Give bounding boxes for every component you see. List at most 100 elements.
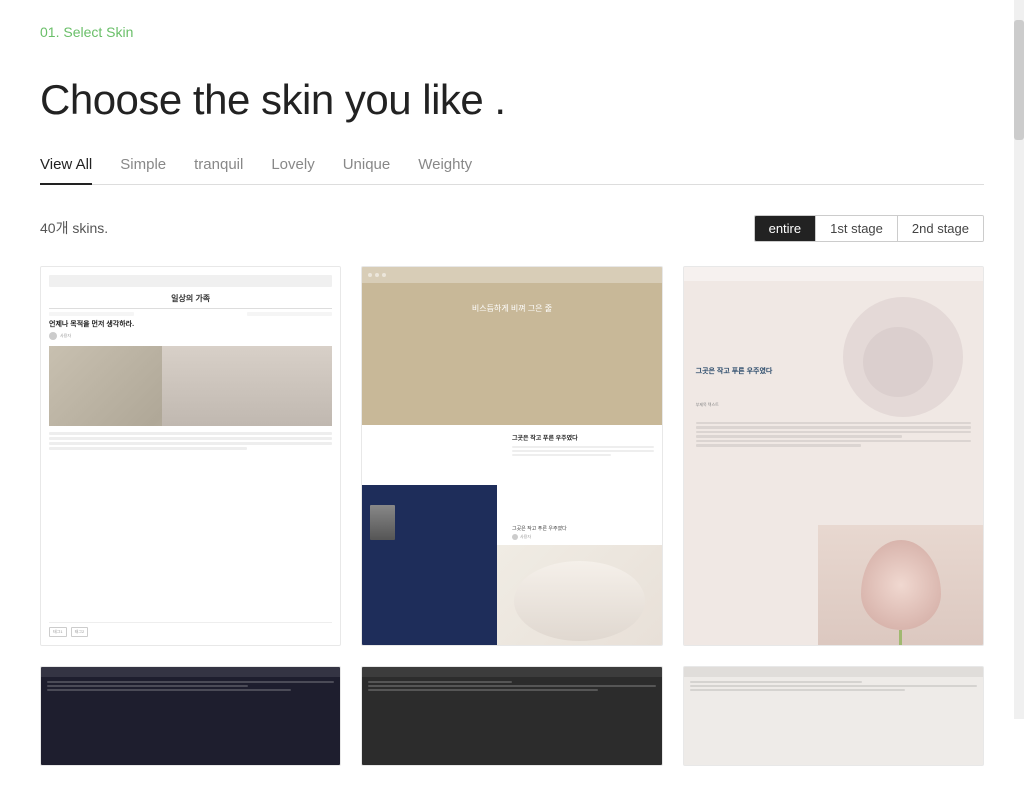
sp2-r-line-2 xyxy=(512,450,654,452)
bp-line-6-2 xyxy=(690,685,977,687)
scrollbar-thumb[interactable] xyxy=(1014,20,1024,140)
sp2-dot-2 xyxy=(375,273,379,277)
sp1-heading: 언제나 목적을 먼저 생각하라. xyxy=(49,320,332,329)
sp1-line-2 xyxy=(49,437,332,440)
skins-grid: 일상의 가족 언제나 목적을 먼저 생각하라. 사용자 xyxy=(40,266,984,766)
skin-count: 40개 skins. xyxy=(40,218,108,238)
sp1-footer-meta: 태그1 태그2 xyxy=(49,627,332,637)
bp-content-5 xyxy=(362,677,661,697)
skin-preview-4 xyxy=(41,667,340,765)
skin-card-6[interactable] xyxy=(683,666,984,766)
sp2-r-line-3 xyxy=(512,454,611,456)
sp2-dot-1 xyxy=(368,273,372,277)
bp-line-4-3 xyxy=(47,689,291,691)
sp3-heading: 그곳은 작고 푸른 우주였다 xyxy=(696,367,883,377)
sp3-flower xyxy=(818,525,983,645)
sp2-food-inner xyxy=(514,561,646,641)
sp3-t-line-2 xyxy=(696,426,971,429)
bp-line-4-1 xyxy=(47,681,334,683)
sp3-t-line-5 xyxy=(696,440,971,443)
skin-preview-6 xyxy=(684,667,983,765)
sp1-title: 일상의 가족 xyxy=(49,293,332,304)
bp-line-6-3 xyxy=(690,689,906,691)
sp3-topbar xyxy=(684,267,983,281)
sp1-image xyxy=(49,346,332,426)
bp-line-5-2 xyxy=(368,685,655,687)
sp1-meta xyxy=(49,312,332,316)
skin-preview-2: 비스듬하게 비껴 그은 줄 그곳은 작고 푸른 우주였다 xyxy=(362,267,661,645)
skin-card-4[interactable] xyxy=(40,666,341,766)
sp2-subtitle: 그곳은 작고 푸른 우주였다 xyxy=(512,525,654,532)
sp1-footer-divider xyxy=(49,622,332,623)
sp2-content-area: 그곳은 작고 푸른 우주였다 그곳은 작고 푸른 우주였다 사용자 xyxy=(362,425,661,645)
scrollbar[interactable] xyxy=(1014,0,1024,719)
stage-buttons: entire 1st stage 2nd stage xyxy=(754,215,984,242)
sp2-r-line-1 xyxy=(512,446,654,448)
sp1-meta-text-1 xyxy=(49,312,134,316)
stage-2nd-button[interactable]: 2nd stage xyxy=(897,216,983,241)
skin-card-3[interactable]: 그곳은 작고 푸른 우주였다 부제목 텍스트 xyxy=(683,266,984,646)
skin-preview-5 xyxy=(362,667,661,765)
sp1-avatar xyxy=(49,332,57,340)
sp2-navy-block xyxy=(362,485,497,645)
sp1-divider xyxy=(49,308,332,309)
step-label: 01. Select Skin xyxy=(40,24,984,40)
sp1-footer: 태그1 태그2 xyxy=(49,622,332,637)
bp-line-6-1 xyxy=(690,681,862,683)
tab-weighty[interactable]: Weighty xyxy=(418,156,472,185)
sp1-author: 사용자 xyxy=(49,332,332,340)
bp-topbar-5 xyxy=(362,667,661,677)
bp-topbar-4 xyxy=(41,667,340,677)
sp1-text-lines xyxy=(49,432,332,450)
sp3-t-line-1 xyxy=(696,422,971,425)
bp-content-4 xyxy=(41,677,340,697)
sp1-author-name: 사용자 xyxy=(60,333,71,339)
bp-content-6 xyxy=(684,677,983,697)
sp3-t-line-4 xyxy=(696,435,903,438)
stage-entire-button[interactable]: entire xyxy=(755,216,816,241)
sp2-right-content: 그곳은 작고 푸른 우주였다 xyxy=(512,433,654,456)
sp2-hero-text: 비스듬하게 비껴 그은 줄 xyxy=(362,283,661,324)
stage-1st-button[interactable]: 1st stage xyxy=(815,216,897,241)
sp2-food-image xyxy=(497,545,662,645)
sp2-r-lines xyxy=(512,446,654,456)
skin-card-5[interactable] xyxy=(361,666,662,766)
sp1-topbar xyxy=(49,275,332,287)
skin-card-2[interactable]: 비스듬하게 비껴 그은 줄 그곳은 작고 푸른 우주였다 xyxy=(361,266,662,646)
skin-preview-1: 일상의 가족 언제나 목적을 먼저 생각하라. 사용자 xyxy=(41,267,340,645)
tab-unique[interactable]: Unique xyxy=(343,156,391,185)
sp1-line-4 xyxy=(49,447,247,450)
sp1-tag-2: 태그2 xyxy=(71,627,89,637)
sp3-t-line-6 xyxy=(696,444,861,447)
bp-line-5-3 xyxy=(368,689,598,691)
sp1-tag-1: 태그1 xyxy=(49,627,67,637)
tab-tranquil[interactable]: tranquil xyxy=(194,156,243,185)
tab-navigation: View All Simple tranquil Lovely Unique W… xyxy=(40,156,984,185)
tab-view-all[interactable]: View All xyxy=(40,156,92,185)
page-title: Choose the skin you like . xyxy=(40,76,984,124)
sp2-profile xyxy=(370,505,395,540)
sp1-line-3 xyxy=(49,442,332,445)
tab-lovely[interactable]: Lovely xyxy=(271,156,314,185)
sp3-stem xyxy=(899,630,902,645)
sp3-circle-small xyxy=(863,327,933,397)
page-wrapper: 01. Select Skin Choose the skin you like… xyxy=(0,0,1024,806)
sp3-t-line-3 xyxy=(696,431,971,434)
bp-line-5-1 xyxy=(368,681,512,683)
tab-simple[interactable]: Simple xyxy=(120,156,166,185)
sp1-line-1 xyxy=(49,432,332,435)
skin-preview-3: 그곳은 작고 푸른 우주였다 부제목 텍스트 xyxy=(684,267,983,645)
sp2-topbar xyxy=(362,267,661,283)
skin-card-1[interactable]: 일상의 가족 언제나 목적을 먼저 생각하라. 사용자 xyxy=(40,266,341,646)
sp2-r-heading: 그곳은 작고 푸른 우주였다 xyxy=(512,433,654,442)
sp2-auth: 사용자 xyxy=(512,534,654,540)
sp3-text-block xyxy=(696,422,971,449)
bp-line-4-2 xyxy=(47,685,248,687)
sp1-meta-text-2 xyxy=(247,312,332,316)
sp2-auth-name: 사용자 xyxy=(520,534,531,540)
sp3-sub: 부제목 텍스트 xyxy=(696,402,719,408)
bp-topbar-6 xyxy=(684,667,983,677)
sp2-auth-dot xyxy=(512,534,518,540)
sp3-flower-inner xyxy=(861,540,941,630)
sp2-footer-area: 그곳은 작고 푸른 우주였다 사용자 xyxy=(512,525,654,540)
